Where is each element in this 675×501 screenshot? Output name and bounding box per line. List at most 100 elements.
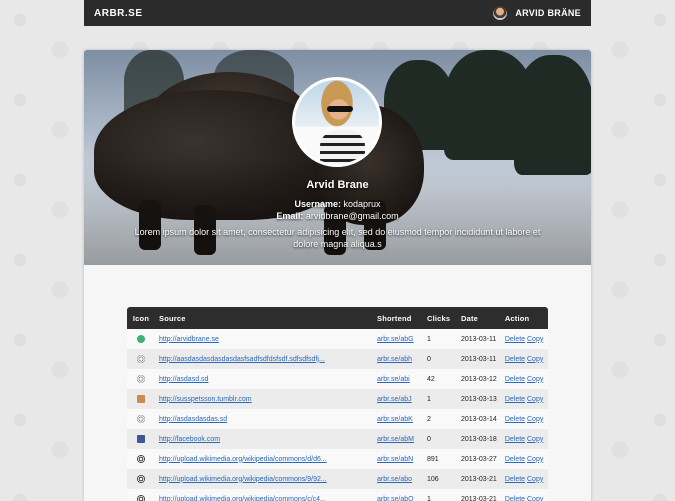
table-row: http://susspetsson.tumblr.com arbr.se/abJ… — [127, 389, 548, 409]
short-link[interactable]: arbr.se/abK — [377, 416, 413, 423]
delete-button[interactable]: Delete — [505, 476, 525, 483]
table-row: http://asdasdasdas.sd arbr.se/abK 2 2013-03… — [127, 409, 548, 429]
delete-button[interactable]: Delete — [505, 356, 525, 363]
globe-icon — [137, 415, 145, 423]
short-link[interactable]: arbr.se/abi — [377, 376, 410, 383]
delete-button[interactable]: Delete — [505, 496, 525, 501]
copy-button[interactable]: Copy — [527, 456, 543, 463]
created-date: 2013-03-27 — [461, 455, 497, 463]
site-logo[interactable]: ARBR.SE — [94, 8, 143, 19]
globe-icon — [137, 355, 145, 363]
links-table: Icon Source Shortend Clicks Date Action … — [127, 307, 548, 501]
globe-icon — [137, 375, 145, 383]
profile-cover: Arvid Brane Username: kodaprux Email: ar… — [84, 50, 591, 265]
delete-button[interactable]: Delete — [505, 456, 525, 463]
short-link[interactable]: arbr.se/abQ — [377, 496, 414, 501]
short-link[interactable]: arbr.se/abN — [377, 456, 413, 463]
created-date: 2013-03-21 — [461, 495, 497, 501]
row-actions: Delete Copy — [501, 349, 548, 369]
copy-button[interactable]: Copy — [527, 376, 543, 383]
wikipedia-icon — [137, 495, 145, 501]
source-link[interactable]: http://asdasdasdas.sd — [159, 416, 227, 423]
row-actions: Delete Copy — [501, 329, 548, 349]
profile-info: Arvid Brane Username: kodaprux Email: ar… — [84, 179, 591, 250]
table-row: http://arvidbrane.se arbr.se/abG 1 2013-03-… — [127, 329, 548, 349]
profile-card: Arvid Brane Username: kodaprux Email: ar… — [84, 50, 591, 501]
clicks-count: 106 — [427, 475, 439, 483]
source-link[interactable]: http://susspetsson.tumblr.com — [159, 396, 252, 403]
delete-button[interactable]: Delete — [505, 376, 525, 383]
clicks-count: 1 — [427, 495, 431, 501]
profile-username: Username: kodaprux — [294, 199, 381, 209]
row-actions: Delete Copy — [501, 429, 548, 449]
created-date: 2013-03-11 — [461, 355, 497, 363]
copy-button[interactable]: Copy — [527, 336, 543, 343]
profile-email: Email: arvidbrane@gmail.com — [276, 211, 399, 221]
header-source: Source — [159, 313, 186, 323]
source-link[interactable]: http://asdasd.sd — [159, 376, 208, 383]
source-link[interactable]: http://upload.wikimedia.org/wikipedia/co… — [159, 476, 327, 483]
row-actions: Delete Copy — [501, 369, 548, 389]
source-link[interactable]: http://facebook.com — [159, 436, 220, 443]
table-row: http://upload.wikimedia.org/wikipedia/co… — [127, 449, 548, 469]
clicks-count: 2 — [427, 415, 431, 423]
tumblr-icon — [137, 395, 145, 403]
row-actions: Delete Copy — [501, 489, 548, 501]
header-shortend: Shortend — [377, 313, 412, 323]
top-navbar: ARBR.SE ARVID BRÄNE — [84, 0, 591, 26]
table-header-row: Icon Source Shortend Clicks Date Action — [127, 307, 548, 329]
created-date: 2013-03-21 — [461, 475, 497, 483]
copy-button[interactable]: Copy — [527, 436, 543, 443]
clicks-count: 42 — [427, 375, 435, 383]
clicks-count: 1 — [427, 335, 431, 343]
created-date: 2013-03-18 — [461, 435, 497, 443]
green-chat-icon — [137, 335, 145, 343]
clicks-count: 0 — [427, 355, 431, 363]
row-actions: Delete Copy — [501, 449, 548, 469]
copy-button[interactable]: Copy — [527, 416, 543, 423]
created-date: 2013-03-14 — [461, 415, 497, 423]
source-link[interactable]: http://upload.wikimedia.org/wikipedia/co… — [159, 496, 326, 501]
table-row: http://asdasd.sd arbr.se/abi 42 2013-03-12 D… — [127, 369, 548, 389]
short-link[interactable]: arbr.se/abJ — [377, 396, 412, 403]
wikipedia-icon — [137, 475, 145, 483]
profile-name: Arvid Brane — [306, 179, 369, 191]
profile-avatar — [292, 77, 382, 167]
short-link[interactable]: arbr.se/abG — [377, 336, 414, 343]
row-actions: Delete Copy — [501, 469, 548, 489]
user-name[interactable]: ARVID BRÄNE — [515, 8, 581, 18]
user-menu[interactable]: ARVID BRÄNE — [493, 6, 581, 20]
delete-button[interactable]: Delete — [505, 336, 525, 343]
header-icon: Icon — [132, 313, 150, 323]
source-link[interactable]: http://arvidbrane.se — [159, 336, 219, 343]
source-link[interactable]: http://aasdasdasdasdasdasfsadfsdfdsfsdf.… — [159, 356, 325, 363]
table-row: http://facebook.com arbr.se/abM 0 2013-03-1… — [127, 429, 548, 449]
profile-bio: Lorem ipsum dolor sit amet, consectetur … — [134, 227, 541, 249]
wikipedia-icon — [137, 455, 145, 463]
source-link[interactable]: http://upload.wikimedia.org/wikipedia/co… — [159, 456, 327, 463]
table-row: http://upload.wikimedia.org/wikipedia/co… — [127, 489, 548, 501]
copy-button[interactable]: Copy — [527, 496, 543, 501]
user-avatar[interactable] — [493, 6, 508, 20]
copy-button[interactable]: Copy — [527, 476, 543, 483]
short-link[interactable]: arbr.se/abo — [377, 476, 412, 483]
delete-button[interactable]: Delete — [505, 396, 525, 403]
table-row: http://aasdasdasdasdasdasfsadfsdfdsfsdf.… — [127, 349, 548, 369]
created-date: 2013-03-13 — [461, 395, 497, 403]
created-date: 2013-03-12 — [461, 375, 497, 383]
clicks-count: 0 — [427, 435, 431, 443]
delete-button[interactable]: Delete — [505, 416, 525, 423]
copy-button[interactable]: Copy — [527, 396, 543, 403]
header-date: Date — [461, 313, 479, 323]
short-link[interactable]: arbr.se/abM — [377, 436, 414, 443]
clicks-count: 891 — [427, 455, 439, 463]
clicks-count: 1 — [427, 395, 431, 403]
copy-button[interactable]: Copy — [527, 356, 543, 363]
delete-button[interactable]: Delete — [505, 436, 525, 443]
facebook-icon — [137, 435, 145, 443]
header-clicks: Clicks — [427, 313, 451, 323]
table-row: http://upload.wikimedia.org/wikipedia/co… — [127, 469, 548, 489]
created-date: 2013-03-11 — [461, 335, 497, 343]
short-link[interactable]: arbr.se/abh — [377, 356, 412, 363]
row-actions: Delete Copy — [501, 409, 548, 429]
